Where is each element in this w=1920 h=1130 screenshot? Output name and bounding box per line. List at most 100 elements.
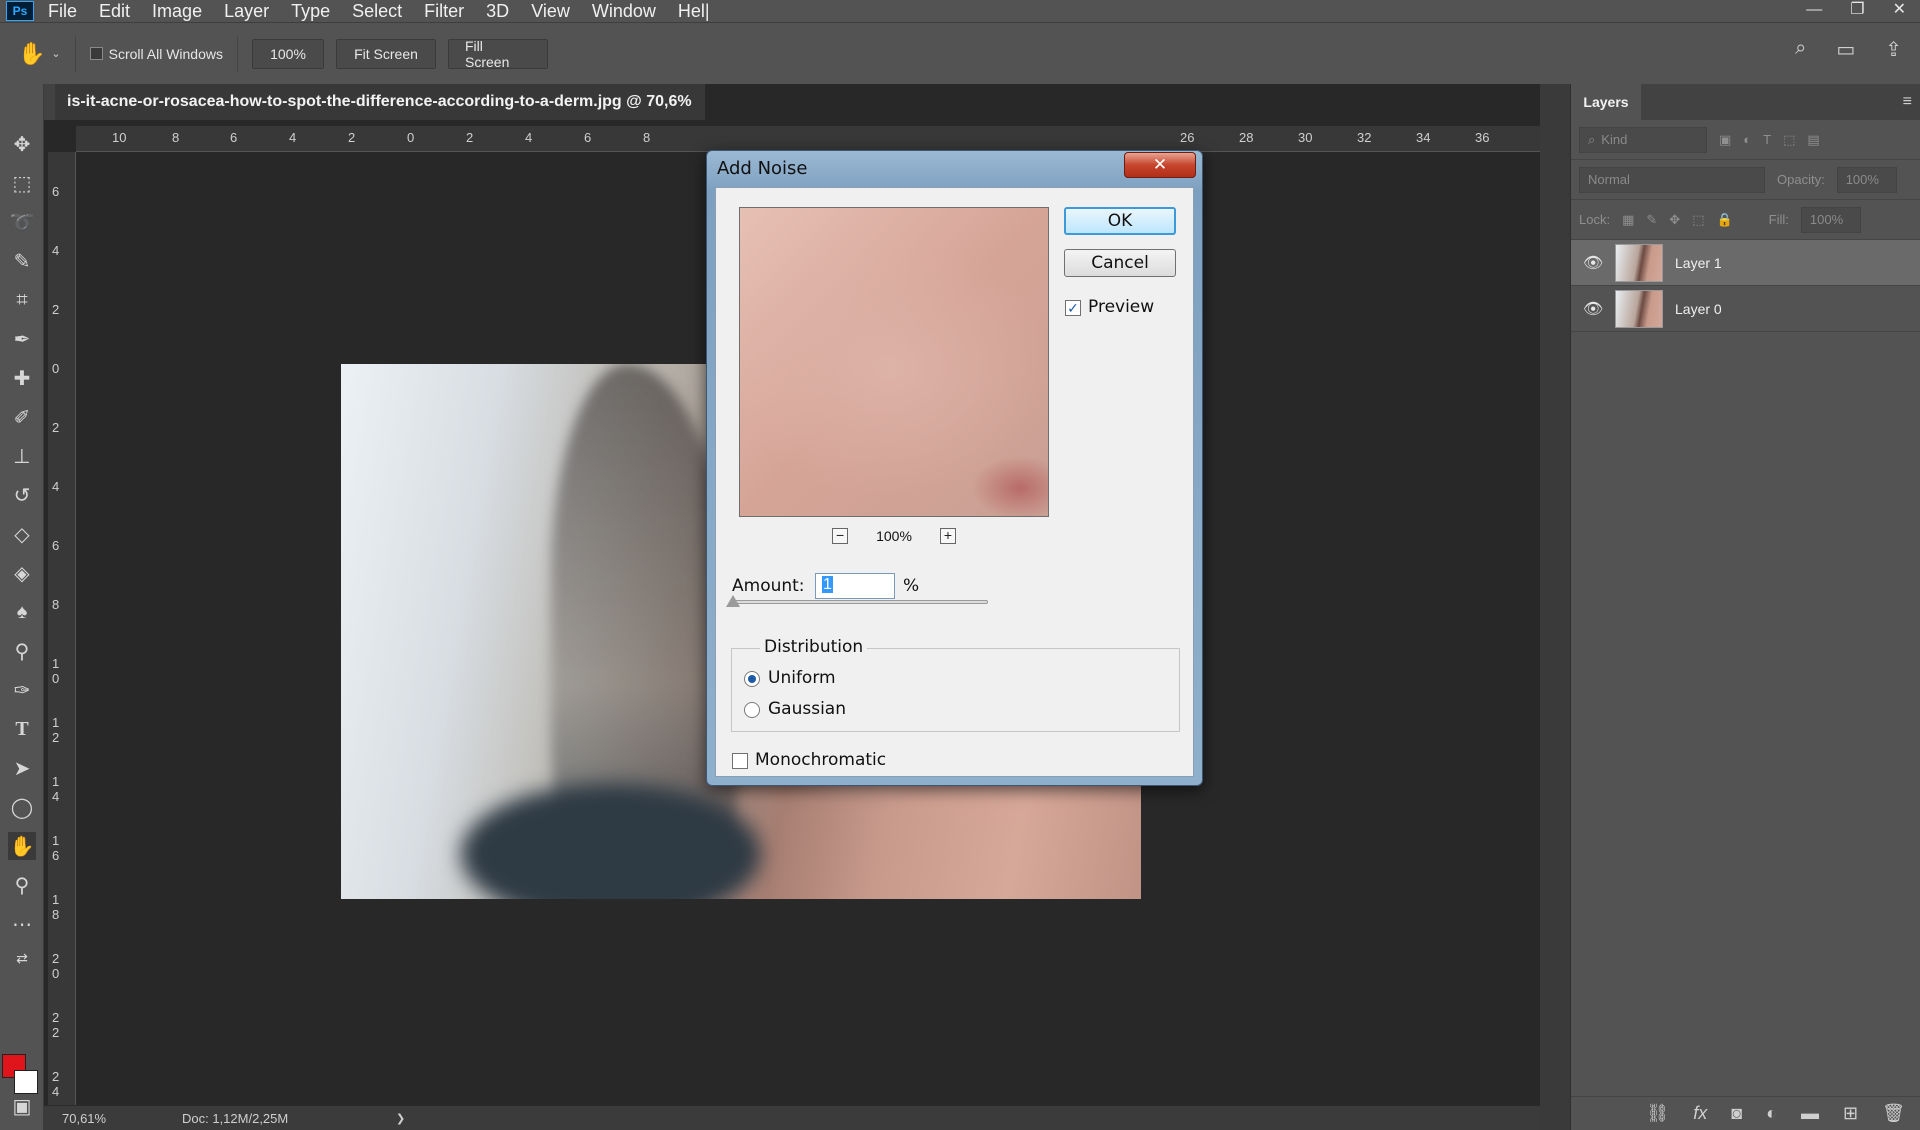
menu-image[interactable]: Image [152,0,202,22]
filter-type-icon[interactable]: T [1763,132,1771,147]
layer-row[interactable]: 👁 Layer 1 [1571,240,1920,286]
hand-tool-icon[interactable]: ✋ [8,832,36,860]
status-zoom[interactable]: 70,61% [62,1111,172,1126]
lock-all-icon[interactable]: 🔒 [1716,212,1732,228]
menu-file[interactable]: File [48,0,77,22]
ellipse-tool-icon[interactable]: ◯ [8,793,36,821]
layers-tab[interactable]: Layers [1571,84,1641,120]
lock-position-icon[interactable]: ✥ [1669,212,1680,228]
lock-transparent-icon[interactable]: ▦ [1622,212,1634,228]
pen-tool-icon[interactable]: ✑ [8,676,36,704]
blend-mode-select[interactable]: Normal [1579,166,1765,193]
scroll-all-windows-checkbox[interactable] [89,47,103,60]
clone-stamp-tool-icon[interactable]: ⊥ [8,442,36,470]
type-tool-icon[interactable]: T [8,715,36,743]
background-color-swatch[interactable] [14,1070,38,1094]
menu-edit[interactable]: Edit [99,0,130,22]
vertical-ruler: 6 4 2 0 2 4 6 8 1 0 1 2 1 4 1 6 1 8 2 0 … [48,152,76,1105]
new-group-icon[interactable]: ▬ [1801,1103,1819,1124]
search-icon[interactable]: ⌕ [1795,37,1806,62]
ruler-label: 2 [466,130,474,145]
cancel-button[interactable]: Cancel [1064,249,1176,277]
menu-layer[interactable]: Layer [224,0,269,22]
new-layer-icon[interactable]: ⊞ [1843,1103,1858,1124]
menu-window[interactable]: Window [592,0,656,22]
fill-input[interactable]: 100% [1800,206,1861,233]
dialog-close-button[interactable]: ✕ [1124,152,1196,178]
zoom-in-icon[interactable]: + [939,528,956,544]
healing-brush-tool-icon[interactable]: ✚ [8,364,36,392]
fit-screen-button[interactable]: Fit Screen [336,38,436,69]
hand-tool-icon[interactable]: ✋ [18,41,45,67]
uniform-radio[interactable] [744,671,760,687]
quick-mask-icon[interactable]: ▣ [8,1092,36,1120]
panel-menu-icon[interactable]: ≡ [1903,93,1912,111]
crop-tool-icon[interactable]: ⌗ [8,286,36,314]
menu-select[interactable]: Select [352,0,402,22]
move-tool-icon[interactable]: ✥ [8,130,36,158]
ruler-label: 6 [52,184,60,199]
eyedropper-tool-icon[interactable]: ✒ [8,325,36,353]
dodge-tool-icon[interactable]: ⚲ [8,637,36,665]
delete-layer-icon[interactable]: 🗑 [1882,1103,1905,1124]
menu-filter[interactable]: Filter [424,0,464,22]
zoom-out-icon[interactable]: − [832,528,849,544]
ok-button[interactable]: OK [1064,207,1176,235]
eraser-tool-icon[interactable]: ◇ [8,520,36,548]
filter-smart-object-icon[interactable]: ▤ [1807,132,1819,148]
brush-tool-icon[interactable]: ✐ [8,403,36,431]
menu-view[interactable]: View [531,0,570,22]
adjustment-layer-icon[interactable]: ◐ [1766,1103,1777,1124]
close-window-icon[interactable]: ✕ [1893,0,1906,20]
filter-shape-icon[interactable]: ⬚ [1783,132,1795,148]
quick-selection-tool-icon[interactable]: ✎ [8,247,36,275]
layer-name[interactable]: Layer 1 [1675,255,1722,271]
menu-type[interactable]: Type [291,0,330,22]
add-mask-icon[interactable]: ◙ [1731,1103,1742,1124]
lock-artboard-icon[interactable]: ⬚ [1692,212,1704,228]
gaussian-radio[interactable] [744,702,760,718]
document-tab[interactable]: is-it-acne-or-rosacea-how-to-spot-the-di… [55,84,705,120]
status-arrow-icon[interactable]: ❯ [396,1112,405,1125]
tool-preset-chevron-icon[interactable]: ⌄ [51,47,60,60]
paint-bucket-tool-icon[interactable]: ◈ [8,559,36,587]
restore-icon[interactable]: ❐ [1850,0,1864,20]
monochromatic-checkbox[interactable] [732,753,748,769]
minimize-icon[interactable]: — [1806,0,1822,20]
path-selection-tool-icon[interactable]: ➤ [8,754,36,782]
amount-slider-thumb[interactable] [725,595,740,607]
ruler-label: 0 [407,130,415,145]
filter-pixel-icon[interactable]: ▣ [1719,132,1731,148]
marquee-tool-icon[interactable]: ⬚ [8,169,36,197]
layer-row[interactable]: 👁 Layer 0 [1571,286,1920,332]
lasso-tool-icon[interactable]: ➰ [8,208,36,236]
menu-help[interactable]: Hel| [678,0,710,22]
kind-label: Kind [1601,132,1628,147]
kind-filter-select[interactable]: ⌕ Kind [1579,126,1707,153]
ruler-label: 10 [112,130,127,145]
uniform-label: Uniform [768,668,836,688]
share-icon[interactable]: ⇪ [1885,37,1902,62]
menu-3d[interactable]: 3D [486,0,509,22]
panel-dock-gap [1540,84,1570,1130]
history-brush-tool-icon[interactable]: ↺ [8,481,36,509]
workspace-icon[interactable]: ▭ [1836,37,1855,62]
filter-preview-image[interactable] [739,207,1049,517]
layer-name[interactable]: Layer 0 [1675,301,1722,317]
zoom-100-button[interactable]: 100% [252,38,324,69]
amount-slider-track[interactable] [732,600,988,604]
layer-style-fx-icon[interactable]: fx [1693,1103,1707,1124]
preview-checkbox[interactable]: ✓ [1065,300,1081,316]
filter-adjustment-icon[interactable]: ◐ [1743,132,1751,147]
lock-image-icon[interactable]: ✎ [1646,212,1657,228]
more-tools-icon[interactable]: ⋯ [8,910,36,938]
link-layers-icon[interactable]: ⛓ [1646,1103,1669,1124]
amount-input[interactable]: 1 [815,573,895,599]
visibility-eye-icon[interactable]: 👁 [1583,253,1605,273]
visibility-eye-icon[interactable]: 👁 [1583,299,1605,319]
opacity-input[interactable]: 100% [1836,166,1897,193]
fill-screen-button[interactable]: Fill Screen [448,38,548,70]
swap-colors-icon[interactable]: ⇄ [8,944,36,972]
blur-tool-icon[interactable]: ♠ [8,598,36,626]
zoom-tool-icon[interactable]: ⚲ [8,871,36,899]
